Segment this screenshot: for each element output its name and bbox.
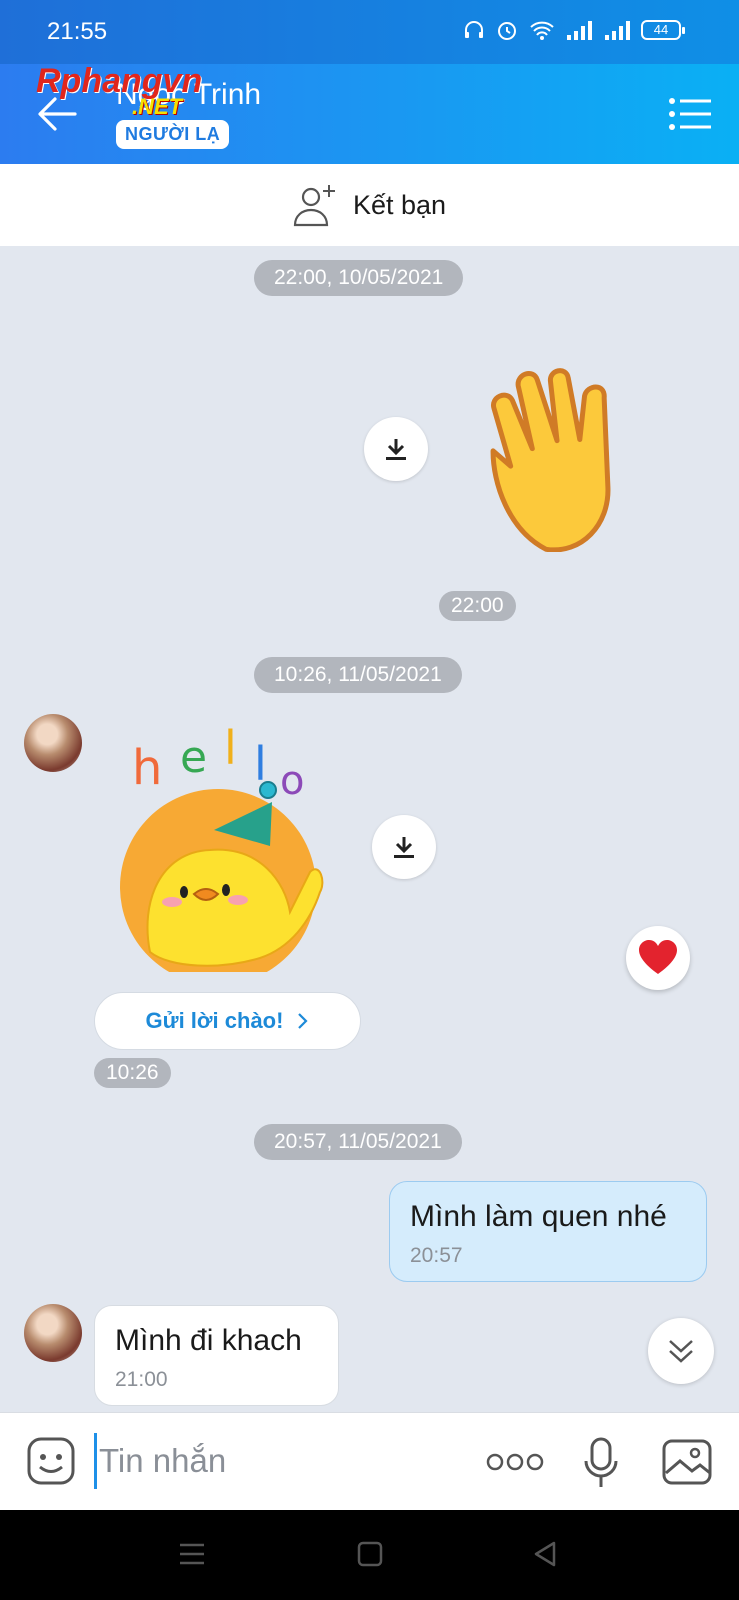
heart-icon <box>639 940 677 974</box>
incoming-message[interactable]: Mình đi khach 21:00 <box>94 1305 339 1406</box>
back-nav-icon[interactable] <box>532 1540 558 1568</box>
add-friend-button[interactable]: Kết bạn <box>0 164 739 246</box>
date-separator: 20:57, 11/05/2021 <box>254 1124 462 1160</box>
svg-text:o: o <box>280 758 304 804</box>
add-friend-label: Kết bạn <box>352 189 447 220</box>
chat-header: Ngọc Trinh NGƯỜI LẠ Rphangvn .NET <box>0 62 739 164</box>
status-time: 21:55 <box>47 18 108 45</box>
scroll-to-bottom-button[interactable] <box>648 1318 714 1384</box>
stranger-badge: NGƯỜI LẠ <box>116 120 230 149</box>
status-icons: 44 <box>463 18 685 42</box>
wifi-icon <box>530 21 554 40</box>
watermark-logo: Rphangvn .NET <box>36 62 203 119</box>
signal-icon <box>605 21 630 40</box>
message-text: Mình làm quen nhé <box>410 1200 667 1233</box>
add-friend-icon <box>293 185 335 227</box>
message-time: 10:26 <box>94 1058 171 1088</box>
more-icon[interactable] <box>486 1449 544 1475</box>
status-bar: 21:55 44 <box>0 0 739 64</box>
download-icon <box>386 439 406 460</box>
svg-text:e: e <box>180 732 207 783</box>
battery-indicator: 44 <box>641 20 685 40</box>
wave-hand-sticker[interactable] <box>478 356 670 552</box>
message-input[interactable] <box>94 1433 454 1489</box>
recent-apps-icon[interactable] <box>178 1540 206 1568</box>
download-button[interactable] <box>364 417 428 481</box>
date-separator: 22:00, 10/05/2021 <box>254 260 464 296</box>
menu-icon[interactable] <box>669 98 711 130</box>
signal-icon <box>567 21 592 40</box>
system-nav-bar <box>0 1510 739 1600</box>
date-separator: 10:26, 11/05/2021 <box>254 657 462 693</box>
message-time: 20:57 <box>410 1244 463 1267</box>
contact-avatar[interactable] <box>24 1304 82 1362</box>
mic-icon[interactable] <box>584 1437 618 1489</box>
image-icon[interactable] <box>662 1439 712 1485</box>
svg-text:l: l <box>224 722 237 775</box>
download-button[interactable] <box>372 815 436 879</box>
react-heart-button[interactable] <box>626 926 690 990</box>
contact-avatar[interactable] <box>24 714 82 772</box>
emoji-icon[interactable] <box>26 1436 76 1486</box>
message-text: Mình đi khach <box>115 1324 302 1357</box>
home-icon[interactable] <box>356 1540 384 1568</box>
double-chevron-down-icon <box>669 1340 693 1363</box>
send-greeting-label: Gửi lời chào! <box>145 1008 284 1033</box>
message-time: 21:00 <box>115 1368 168 1391</box>
headphones-icon <box>465 21 483 38</box>
message-time: 22:00 <box>439 591 516 621</box>
download-icon <box>394 837 414 858</box>
chevron-right-icon <box>298 1013 309 1029</box>
message-composer <box>0 1412 739 1510</box>
alarm-icon <box>498 22 516 40</box>
svg-text:h: h <box>132 740 162 796</box>
outgoing-message[interactable]: Mình làm quen nhé 20:57 <box>389 1181 707 1282</box>
hello-duck-sticker[interactable]: h e l l o <box>120 722 340 972</box>
send-greeting-button[interactable]: Gửi lời chào! <box>94 992 361 1050</box>
